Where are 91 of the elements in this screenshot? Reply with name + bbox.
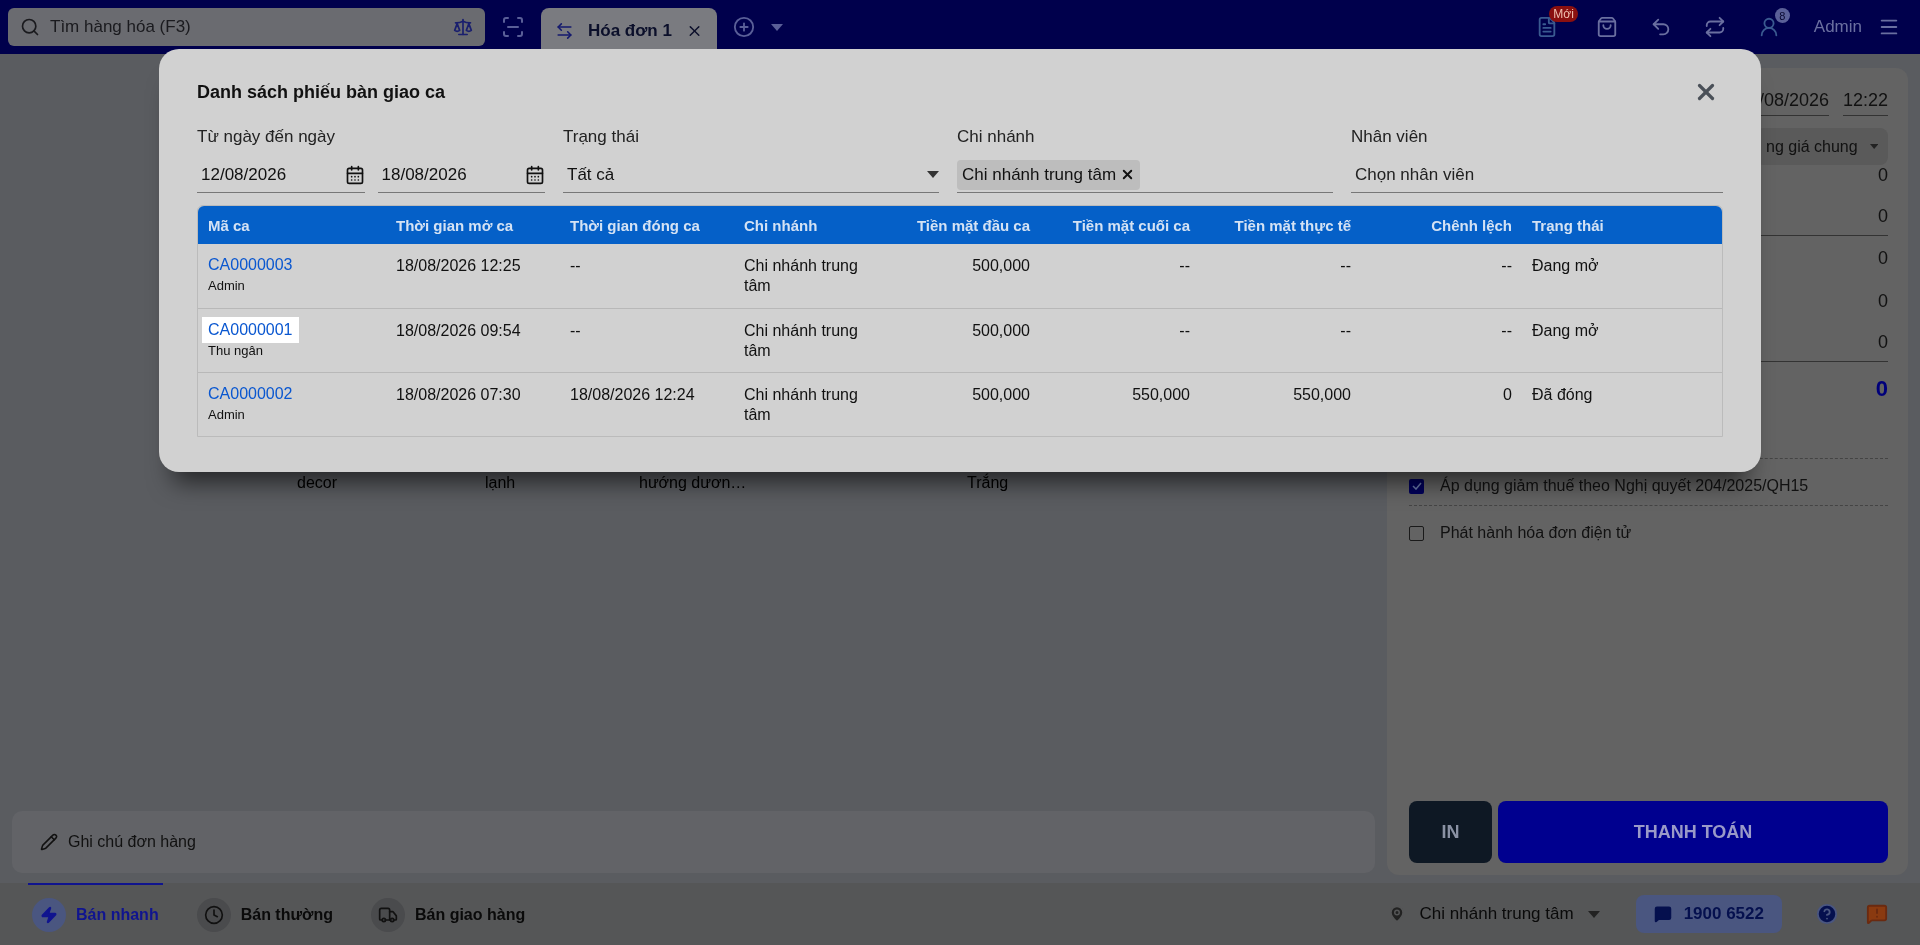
table-cell-text: 550,000: [1131, 385, 1191, 405]
calendar-icon[interactable]: [525, 164, 545, 185]
search-icon: [20, 17, 40, 37]
chat-icon: [1653, 905, 1672, 923]
pencil-icon: [40, 833, 58, 851]
user-name[interactable]: Admin: [1813, 17, 1862, 37]
table-cell-text: Đang mở: [1531, 256, 1600, 276]
order-item-text: hướng dươn…: [639, 474, 747, 492]
option-label: Phát hành hóa đơn điện tử: [1440, 524, 1632, 542]
lightning-icon: [40, 906, 58, 924]
table-cell-text: --: [1339, 321, 1352, 341]
time-field[interactable]: 12:22: [1842, 90, 1888, 116]
table-cell-text: 0: [1502, 385, 1513, 405]
table-cell-text: --: [1178, 256, 1191, 276]
order-item-text: lạnh: [485, 474, 516, 492]
table-cell-text: --: [1178, 321, 1191, 341]
table-cell-text: 18/08/2026 07:30: [395, 385, 522, 405]
amount-value: 0: [1878, 165, 1888, 186]
amount-value: 0: [1878, 206, 1888, 227]
table-cell-text: Chi nhánh trung tâm: [744, 321, 859, 361]
amount-value: 0: [1878, 332, 1888, 353]
column-header: Chi nhánh: [743, 216, 819, 234]
date-from-field[interactable]: 12/08/2026: [197, 164, 339, 185]
table-cell-text: --: [569, 256, 582, 276]
swap-icon: [555, 21, 574, 41]
scale-icon[interactable]: [453, 17, 473, 37]
pay-button[interactable]: THANH TOÁN: [1498, 801, 1888, 863]
checkbox[interactable]: [1409, 525, 1424, 541]
table-cell-text: 18/08/2026 09:54: [395, 321, 522, 341]
table-cell-text: --: [569, 321, 582, 341]
dialog-title: Danh sách phiếu bàn giao ca: [197, 81, 446, 103]
table-cell-text: --: [1500, 321, 1513, 341]
table-cell-text: Chi nhánh trung tâm: [744, 385, 859, 425]
amount-value: 0: [1878, 291, 1888, 312]
hotline-button[interactable]: 1900 6522: [1635, 895, 1782, 933]
search-field[interactable]: Tìm hàng hóa (F3): [48, 16, 445, 38]
column-header: Chênh lệch: [1430, 216, 1513, 234]
table-cell-text: 500,000: [971, 385, 1031, 405]
column-header: Tiền mặt đầu ca: [915, 216, 1031, 234]
column-header: Tiền mặt thực tế: [1233, 216, 1352, 234]
order-item-text: decor: [297, 474, 338, 492]
table-cell-text: 18/08/2026 12:24: [569, 385, 696, 405]
shift-code-link[interactable]: CA0000002: [202, 381, 299, 407]
column-header: Mã ca: [207, 216, 251, 234]
caret-icon: [1869, 143, 1878, 150]
date-to-field[interactable]: 18/08/2026: [377, 164, 519, 185]
table-cell-text: 18/08/2026 12:25: [395, 256, 522, 276]
calendar-icon[interactable]: [344, 164, 365, 185]
column-header: Trạng thái: [1531, 216, 1605, 234]
table-cell-text: 500,000: [971, 321, 1031, 341]
truck-icon: [377, 905, 398, 925]
table-cell-text: 550,000: [1292, 385, 1352, 405]
column-header: Thời gian mở ca: [395, 216, 515, 234]
filter-label: Trạng thái: [563, 127, 640, 147]
filter-label: Nhân viên: [1351, 127, 1429, 147]
column-header: Thời gian đóng ca: [569, 216, 701, 234]
filter-label: Từ ngày đến ngày: [197, 127, 337, 147]
caret-icon: [771, 23, 783, 31]
sale-mode-tab[interactable]: Bán giao hàng: [366, 883, 530, 945]
status-select[interactable]: Tất cả: [563, 164, 921, 185]
checkbox[interactable]: [1409, 478, 1424, 494]
column-header: Tiền mặt cuối ca: [1071, 216, 1191, 234]
total-amount: 0: [1875, 376, 1888, 402]
print-button[interactable]: IN: [1409, 801, 1492, 863]
new-badge: Mới: [1549, 6, 1578, 22]
order-item-text: Trắng: [967, 474, 1009, 492]
option-label: Áp dụng giảm thuế theo Nghị quyết 204/2025/QH15: [1440, 477, 1809, 495]
order-note-box[interactable]: Ghi chú đơn hàng: [12, 811, 1375, 873]
table-cell-text: --: [1339, 256, 1352, 276]
count-badge: 8: [1774, 8, 1790, 23]
table-cell-text: Đã đóng: [1531, 385, 1594, 405]
sale-mode-tab[interactable]: Bán thường: [192, 883, 337, 945]
filter-label: Chi nhánh: [957, 127, 1036, 147]
table-cell-text: 500,000: [971, 256, 1031, 276]
cashier-name: Thu ngân: [207, 343, 264, 358]
table-cell-text: Đang mở: [1531, 321, 1600, 341]
branch-tag[interactable]: Chi nhánh trung tâm: [957, 159, 1141, 190]
table-cell-text: --: [1500, 256, 1513, 276]
caret-icon: [927, 171, 939, 178]
branch-select[interactable]: Chi nhánh trung tâm: [1381, 903, 1606, 925]
amount-value: 0: [1878, 248, 1888, 269]
shift-code-link[interactable]: CA0000001: [202, 317, 299, 343]
table-cell-text: Chi nhánh trung tâm: [744, 256, 859, 296]
clock-icon: [203, 905, 224, 925]
order-note-field[interactable]: Ghi chú đơn hàng: [66, 832, 1347, 852]
cashier-name: Admin: [207, 407, 246, 422]
caret-icon: [1587, 910, 1600, 918]
staff-field[interactable]: Chọn nhân viên: [1351, 164, 1723, 185]
shift-code-link[interactable]: CA0000003: [202, 252, 299, 278]
search-bar[interactable]: Tìm hàng hóa (F3): [8, 8, 485, 46]
cashier-name: Admin: [207, 278, 246, 293]
